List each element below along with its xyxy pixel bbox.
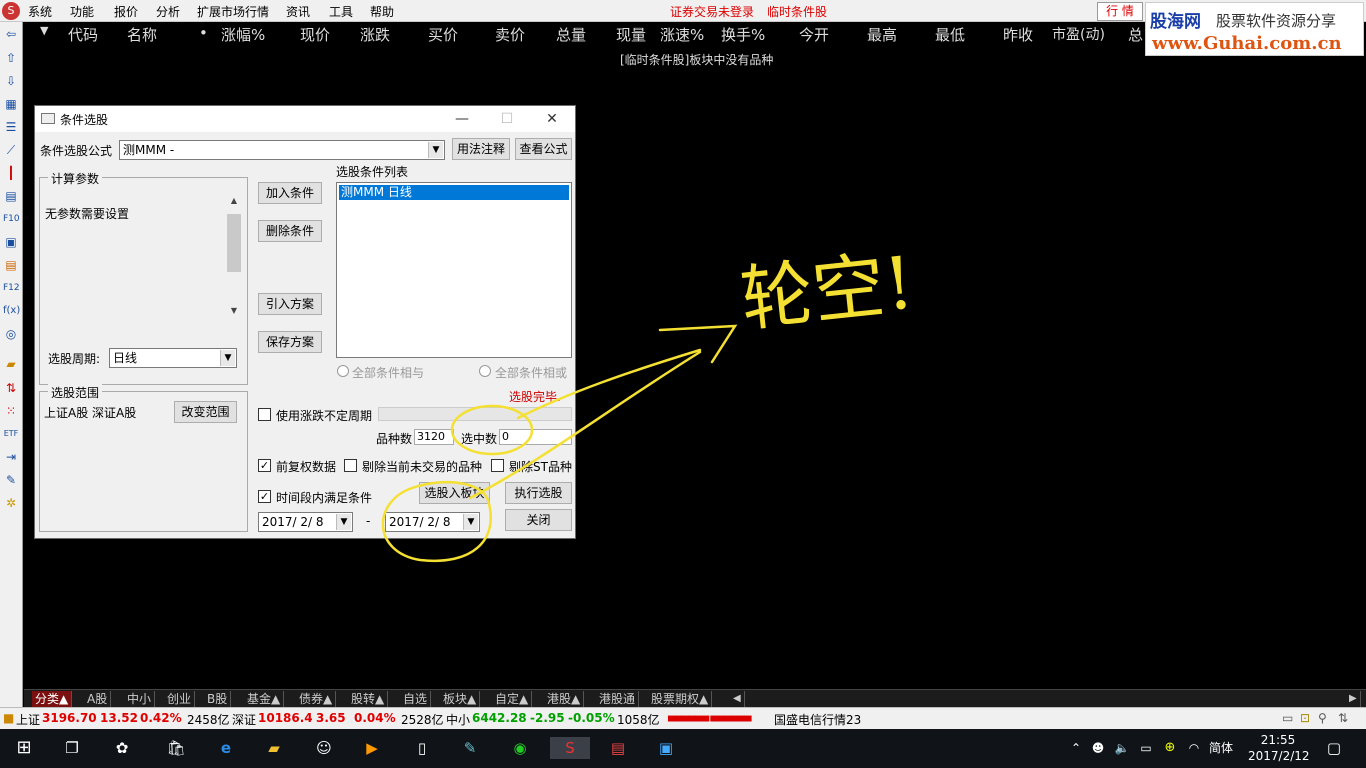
taskbar-clock[interactable]: 21:55 2017/2/12 bbox=[1248, 732, 1310, 764]
tab-b-share[interactable]: B股 bbox=[204, 691, 232, 707]
annotation-arrow-line-2 bbox=[468, 350, 702, 500]
window-app-icon[interactable]: ▣ bbox=[654, 737, 678, 759]
tab-hk[interactable]: 港股▲ bbox=[544, 691, 585, 707]
clock-date: 2017/2/12 bbox=[1248, 749, 1310, 763]
zx-value: 6442.28 bbox=[472, 711, 527, 725]
user-icon[interactable]: ☻ bbox=[1086, 737, 1110, 759]
tab-watchlist[interactable]: 自选 bbox=[400, 691, 432, 707]
index-status-bar: ■ 上证 3196.70 13.52 0.42% 2458亿 深证 10186.… bbox=[0, 707, 1366, 729]
player-icon[interactable]: ▶ bbox=[360, 737, 384, 759]
news-ticker[interactable]: 国盛电信行情23 bbox=[774, 711, 861, 728]
folder-icon[interactable]: ▰ bbox=[262, 737, 286, 759]
tab-a-share[interactable]: A股 bbox=[84, 691, 112, 707]
windows-taskbar: ⊞ ❐ ✿ 🛍 e ▰ ☺ ▶ ▯ ✎ ◉ S ▤ ▣ ⌃ ☻ 🔈 ▭ ⊕ ◠ … bbox=[0, 729, 1366, 768]
annotation-circle-date bbox=[381, 480, 492, 563]
sz-label: 深证 bbox=[232, 713, 257, 727]
sz-percent: 0.04% bbox=[354, 711, 396, 725]
sz-value: 10186.4 bbox=[258, 711, 313, 725]
sh-percent: 0.42% bbox=[140, 711, 182, 725]
edge-icon[interactable]: e bbox=[214, 737, 238, 759]
tab-custom[interactable]: 自定▲ bbox=[492, 691, 533, 707]
zx-percent: -0.05% bbox=[568, 711, 615, 725]
tab-sme[interactable]: 中小 bbox=[124, 691, 156, 707]
store-icon[interactable]: 🛍 bbox=[164, 737, 188, 759]
annotation-circle-count bbox=[450, 404, 534, 456]
ime-indicator[interactable]: 简体 bbox=[1206, 737, 1236, 759]
tab-scroll-left-icon[interactable]: ◀ bbox=[730, 691, 745, 707]
category-tabs: 分类▲ A股 中小 创业 B股 基金▲ 债券▲ 股转▲ 自选 板块▲ 自定▲ 港… bbox=[24, 689, 1366, 707]
chart-app-icon[interactable]: ▤ bbox=[606, 737, 630, 759]
app-icon[interactable]: ✿ bbox=[110, 737, 134, 759]
tab-fund[interactable]: 基金▲ bbox=[244, 691, 285, 707]
notification-icon[interactable]: ▢ bbox=[1322, 737, 1346, 759]
start-icon[interactable]: ⊞ bbox=[12, 737, 36, 759]
lock-icon[interactable]: ⊡ bbox=[1300, 711, 1310, 725]
sz-volume: 2528亿 bbox=[401, 713, 444, 727]
zx-volume: 1058亿 bbox=[617, 713, 660, 727]
sh-volume: 2458亿 bbox=[187, 713, 230, 727]
tab-hk-connect[interactable]: 港股通 bbox=[596, 691, 640, 707]
sh-change: 13.52 bbox=[100, 711, 138, 725]
battery-icon[interactable]: ▭ bbox=[1134, 737, 1158, 759]
browser-icon[interactable]: ◉ bbox=[508, 737, 532, 759]
annotation-text: 轮空! bbox=[736, 240, 918, 342]
annotation-arrow-line-1 bbox=[516, 348, 702, 420]
sort-icon[interactable]: ⇅ bbox=[1338, 711, 1348, 725]
stock-app-icon[interactable]: S bbox=[550, 737, 590, 759]
tab-chinext[interactable]: 创业 bbox=[164, 691, 196, 707]
sh-label: 上证 bbox=[16, 713, 41, 727]
volume-icon[interactable]: 🔈 bbox=[1110, 737, 1134, 759]
signal-icon[interactable]: ⚲ bbox=[1318, 711, 1327, 725]
tab-category[interactable]: 分类▲ bbox=[32, 691, 73, 707]
market-breadth-indicator: ▄▄▄▄▄▄ ▄▄▄▄▄▄ bbox=[668, 711, 751, 722]
sz-change: 3.65 bbox=[316, 711, 346, 725]
task-view-icon[interactable]: ❐ bbox=[60, 737, 84, 759]
clock-time: 21:55 bbox=[1260, 733, 1296, 747]
sh-value: 3196.70 bbox=[42, 711, 97, 725]
qq-icon[interactable]: ☺ bbox=[312, 737, 336, 759]
wifi-icon[interactable]: ◠ bbox=[1182, 737, 1206, 759]
document-icon[interactable]: ▯ bbox=[410, 737, 434, 759]
tab-scroll-right-icon[interactable]: ▶ bbox=[1346, 691, 1361, 707]
paint-icon[interactable]: ✎ bbox=[458, 737, 482, 759]
chevron-up-icon[interactable]: ⌃ bbox=[1064, 737, 1088, 759]
zx-label: 中小 bbox=[446, 713, 471, 727]
market-icon[interactable]: ■ bbox=[3, 711, 14, 725]
plus-icon[interactable]: ⊕ bbox=[1158, 737, 1182, 759]
tab-bond[interactable]: 债券▲ bbox=[296, 691, 337, 707]
tab-block[interactable]: 板块▲ bbox=[440, 691, 481, 707]
zx-change: -2.95 bbox=[530, 711, 565, 725]
window-icon[interactable]: ▭ bbox=[1282, 711, 1293, 725]
tab-neeq[interactable]: 股转▲ bbox=[348, 691, 389, 707]
annotation-arrow-head bbox=[658, 324, 738, 364]
annotation-drawing bbox=[381, 324, 738, 563]
tab-options[interactable]: 股票期权▲ bbox=[648, 691, 713, 707]
